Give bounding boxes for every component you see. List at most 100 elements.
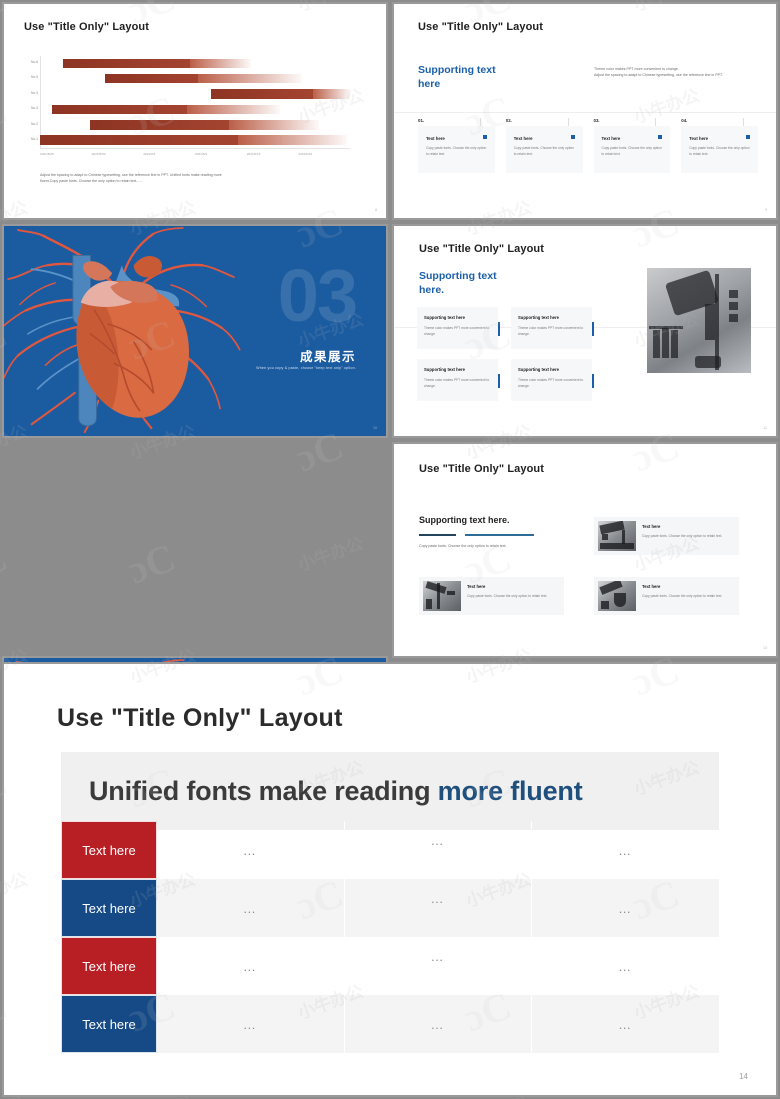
slide-detail-7[interactable]: Use "Title Only" Layout Unified fonts ma… (2, 662, 778, 1097)
table-cell: … (345, 995, 533, 1053)
card-body: Text here Copy paste fonts. Choose the o… (681, 126, 758, 173)
accent-bar (592, 374, 594, 388)
media-card-body: Copy paste fonts. Choose the only option… (467, 594, 548, 598)
headline-text: Unified fonts make reading more fluent (89, 776, 583, 807)
numbered-card[interactable]: 04. Text here Copy paste fonts. Choose t… (681, 118, 758, 173)
gantt-category-label: No.1 (31, 136, 38, 141)
media-card-text: Text here Copy paste fonts. Choose the o… (642, 521, 722, 551)
card-heading: Text here (689, 136, 709, 141)
row-label: Text here (61, 995, 157, 1053)
slide-thumbnail-3[interactable]: 03 成果展示 When you copy & paste, choose "k… (2, 224, 388, 438)
slide-4-page-number: 11 (763, 426, 767, 430)
slide-3-chinese-title: 成果展示 (299, 350, 356, 364)
info-box[interactable]: Supporting text here Theme color makes P… (417, 359, 500, 401)
info-box[interactable]: Supporting text here Theme color makes P… (511, 307, 594, 349)
slide-7-title: Use "Title Only" Layout (57, 704, 343, 732)
table-cell: … (618, 958, 634, 974)
gantt-bar-fade (190, 58, 251, 68)
slide-6-caption: Copy paste fonts. Choose the only option… (419, 544, 507, 548)
x-tick-label: 2021/6/14 (246, 152, 261, 156)
row-label: Text here (61, 937, 157, 995)
gantt-row: No.4 (31, 87, 350, 101)
lab-thumbnail (598, 581, 636, 611)
slide-6-title: Use "Title Only" Layout (419, 463, 544, 475)
media-card-body: Copy paste fonts. Choose the only option… (642, 534, 723, 538)
media-card[interactable]: Text here Copy paste fonts. Choose the o… (419, 577, 564, 615)
lab-photo (647, 268, 751, 373)
gantt-bar-solid (105, 73, 199, 84)
table-row[interactable]: Text here … … … (61, 937, 719, 995)
table-cell: … (618, 900, 634, 916)
media-card[interactable]: Text here Copy paste fonts. Choose the o… (594, 517, 739, 555)
slide-7-page-number: 14 (739, 1072, 748, 1081)
slide-1-page-number: 8 (375, 208, 377, 212)
gantt-bar-solid (210, 89, 313, 99)
media-card[interactable]: Text here Copy paste fonts. Choose the o… (594, 577, 739, 615)
accent-bar (592, 322, 594, 336)
card-number: 02. (505, 118, 512, 123)
presentation-preview-page: Use "Title Only" Layout No.6 No.5 No.4 N… (0, 0, 780, 1099)
gantt-bar-fade (238, 135, 347, 145)
media-card-body: Copy paste fonts. Choose the only option… (642, 594, 723, 598)
card-body: Text here Copy paste fonts. Choose the o… (593, 126, 671, 173)
media-card-text: Text here Copy paste fonts. Choose the o… (642, 581, 722, 611)
slide-thumbnail-6[interactable]: Use "Title Only" Layout Supporting text … (392, 442, 778, 658)
slide-grid: Use "Title Only" Layout No.6 No.5 No.4 N… (0, 0, 780, 872)
square-bullet-icon (570, 135, 575, 139)
table-row[interactable]: Text here … … … (61, 995, 719, 1053)
table-cell: … (157, 821, 345, 879)
x-tick-label: 2021/6/4 (143, 152, 156, 156)
square-bullet-icon (746, 135, 750, 139)
slide-thumbnail-1[interactable]: Use "Title Only" Layout No.6 No.5 No.4 N… (2, 2, 388, 220)
card-text: Copy paste fonts. Choose the only option… (689, 146, 750, 157)
numbered-card[interactable]: 01. Text here Copy paste fonts. Choose t… (418, 118, 495, 173)
table-cell: … (618, 1016, 634, 1032)
chart-x-axis: 2021/5/25 2021/5/30 2021/6/4 2021/6/9 20… (40, 148, 350, 156)
x-tick-label: 2021/6/19 (298, 152, 313, 156)
gantt-chart: No.6 No.5 No.4 No.3 No.2 No.1 2021/5/25 … (31, 56, 350, 156)
table-row[interactable]: Text here … … … (61, 821, 719, 879)
slide-2-page-number: 9 (765, 208, 767, 212)
card-number: 04. (681, 118, 688, 123)
card-body: Text here Copy paste fonts. Choose the o… (418, 126, 495, 173)
gantt-row: No.1 (31, 133, 350, 147)
slide-1-title: Use "Title Only" Layout (24, 21, 149, 33)
gantt-bar-fade (229, 120, 319, 130)
table-cell: … (345, 879, 533, 937)
card-heading: Text here (513, 136, 533, 141)
lab-thumbnail (423, 581, 461, 611)
info-box-text: Theme color makes PPT more convenient to… (424, 326, 490, 337)
gantt-category-label: No.4 (31, 90, 38, 95)
slide-2-right-text: Theme color makes PPT more convenient to… (594, 66, 759, 78)
card-text: Copy paste fonts. Choose the only option… (426, 146, 487, 157)
slide-1-body-line-2: fluent.Copy paste fonts. Choose the only… (40, 179, 143, 184)
info-box-heading: Supporting text here (424, 367, 465, 372)
info-box[interactable]: Supporting text here Theme color makes P… (417, 307, 500, 349)
slide-3-big-number: 03 (277, 254, 358, 337)
slide-thumbnail-2[interactable]: Use "Title Only" Layout Supporting text … (392, 2, 778, 220)
card-heading: Text here (601, 136, 621, 141)
slide-6-supporting-text: Supporting text here. (419, 515, 510, 525)
numbered-card[interactable]: 03. Text here Copy paste fonts. Choose t… (593, 118, 671, 173)
accent-bar (498, 374, 500, 388)
info-box[interactable]: Supporting text here Theme color makes P… (511, 359, 594, 401)
gantt-category-label: No.3 (31, 106, 38, 111)
gantt-bar-fade (198, 73, 302, 84)
gantt-bar-solid (40, 135, 239, 145)
numbered-card[interactable]: 02. Text here Copy paste fonts. Choose t… (505, 118, 583, 173)
slide-4-supporting-text: Supporting text here. (419, 270, 497, 297)
media-card-heading: Text here (642, 584, 661, 589)
slide-thumbnail-4[interactable]: Use "Title Only" Layout Supporting text … (392, 224, 778, 438)
lab-thumbnail (598, 521, 636, 551)
media-card-text: Text here Copy paste fonts. Choose the o… (467, 581, 547, 611)
table-cell: … (618, 842, 634, 858)
table-cell: … (345, 937, 533, 995)
square-bullet-icon (482, 135, 487, 139)
x-tick-label: 2021/5/25 (40, 152, 54, 156)
slide-4-box-grid: Supporting text here Theme color makes P… (417, 307, 594, 401)
accent-bar (498, 322, 500, 336)
table-row[interactable]: Text here … … … (61, 879, 719, 937)
heart-svg (4, 227, 241, 434)
table-cell: … (157, 937, 345, 995)
slide-3-page-number: 10 (373, 426, 377, 430)
